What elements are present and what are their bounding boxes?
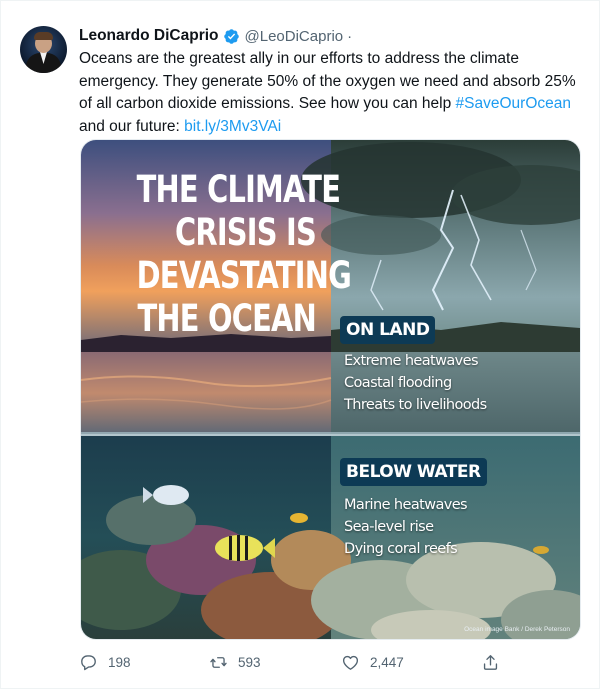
tweet-text: Oceans are the greatest ally in our effo… [79,48,591,138]
reply-count: 198 [108,654,131,670]
verified-badge-icon [223,28,240,45]
retweet-count: 593 [238,654,261,670]
list-item: Sea-level rise [344,519,434,535]
headline-line: THE CLIMATE [136,168,341,211]
below-water-badge: BELOW WATER [340,458,487,486]
like-icon [342,655,359,670]
list-item: Threats to livelihoods [344,397,487,413]
list-item: Extreme heatwaves [344,353,479,369]
list-item: Marine heatwaves [344,497,468,513]
like-count: 2,447 [370,654,404,670]
url-link[interactable]: bit.ly/3Mv3VAi [184,118,281,135]
image-credit: Ocean image Bank / Derek Peterson [464,626,570,633]
tweet-media-image[interactable]: THE CLIMATE CRISIS IS DEVASTATING THE OC… [80,139,581,640]
author-name[interactable]: Leonardo DiCaprio [79,27,219,45]
media-headline: THE CLIMATE CRISIS IS DEVASTATING THE OC… [136,168,352,340]
tweet-header: Leonardo DiCaprio @LeoDiCaprio · [79,25,352,47]
on-land-list: Extreme heatwaves Coastal flooding Threa… [344,350,487,416]
share-icon [483,654,498,670]
header-separator: · [347,27,353,45]
headline-line: DEVASTATING [136,254,352,297]
below-water-list: Marine heatwaves Sea-level rise Dying co… [344,494,468,560]
reply-button[interactable]: 198 [79,651,131,673]
tweet-body-text-continued: and our future: [79,117,185,135]
author-handle[interactable]: @LeoDiCaprio [245,28,344,45]
retweet-icon [210,656,227,668]
tweet-actions: 198 593 2,447 [79,651,499,673]
on-land-badge: ON LAND [340,316,436,344]
like-button[interactable]: 2,447 [341,651,404,673]
author-avatar[interactable] [20,26,67,73]
reply-icon [81,654,96,670]
headline-line: CRISIS IS [174,211,317,254]
hashtag-link[interactable]: #SaveOurOcean [456,95,571,112]
retweet-button[interactable]: 593 [209,651,261,673]
tweet-card: Leonardo DiCaprio @LeoDiCaprio · Oceans … [0,0,600,689]
share-button[interactable] [481,651,500,673]
list-item: Coastal flooding [344,375,452,391]
headline-line: THE OCEAN [137,297,316,340]
list-item: Dying coral reefs [344,541,458,557]
